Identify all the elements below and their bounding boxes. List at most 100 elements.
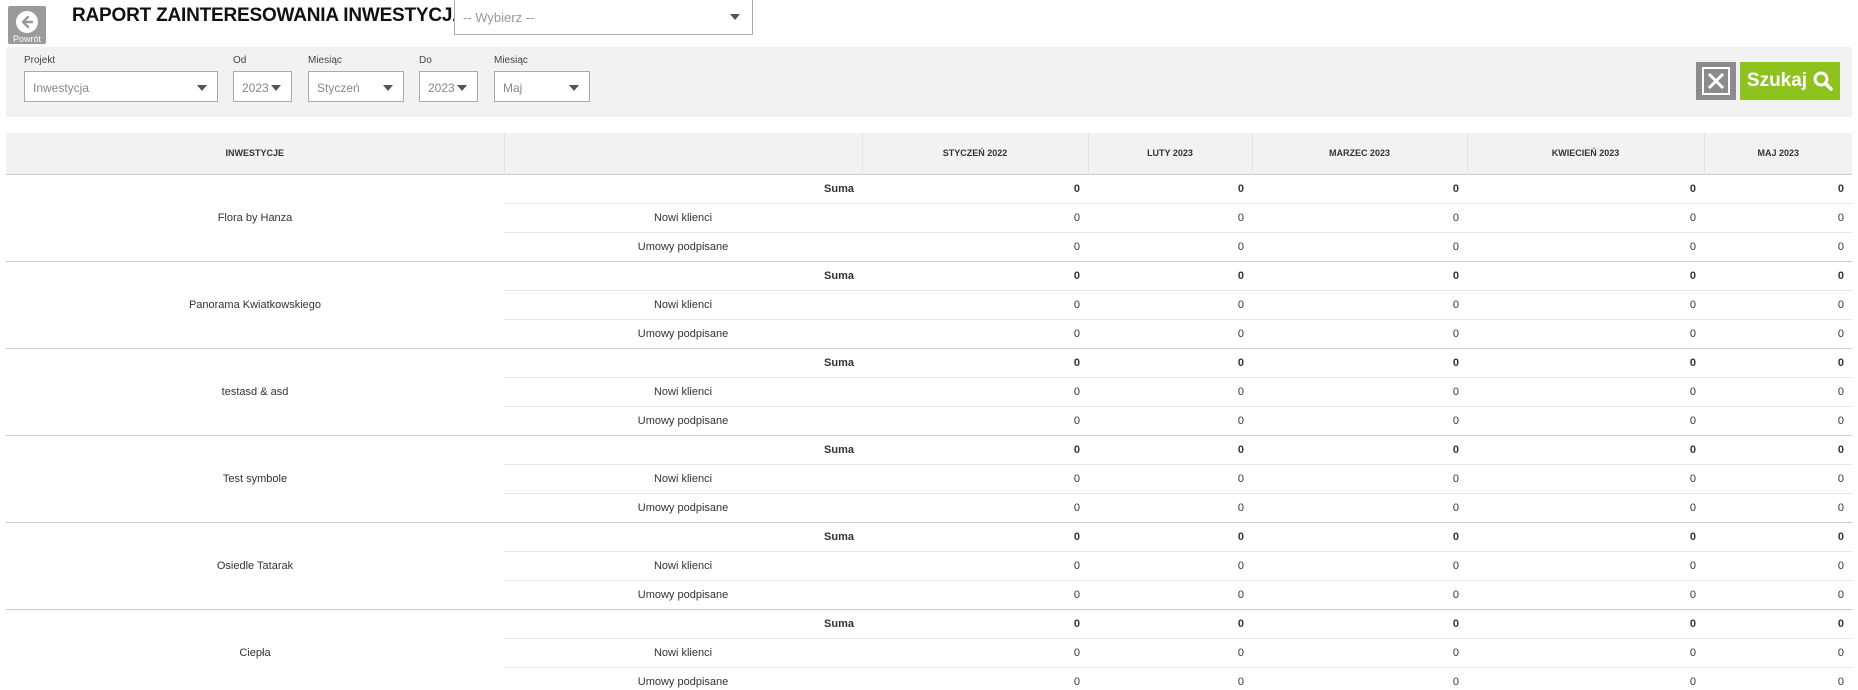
- chevron-down-icon: [569, 85, 579, 91]
- back-button-label: Powrót: [12, 34, 41, 44]
- to-month-select[interactable]: Maj: [494, 71, 590, 102]
- project-select[interactable]: Inwestycja: [24, 71, 218, 102]
- table-cell: 0: [1252, 492, 1467, 522]
- table-cell: 0: [1252, 260, 1467, 290]
- table-row: Flora by Hanza Suma 0 0 0 0 0: [6, 173, 1852, 261]
- table-cell: 0: [1088, 666, 1252, 690]
- table-cell: 0: [1704, 289, 1852, 319]
- column-header: MARZEC 2023: [1252, 133, 1468, 174]
- arrow-left-icon: [16, 11, 38, 33]
- table-cell: 0: [1467, 521, 1704, 551]
- table-cell: 0: [1704, 231, 1852, 261]
- metric-label: Nowi klienci: [504, 289, 862, 319]
- project-select-value: Inwestycja: [33, 81, 90, 95]
- project-filter: Projekt Inwestycja: [24, 55, 218, 102]
- metric-label: Suma: [504, 608, 862, 638]
- table-cell: 0: [1704, 260, 1852, 290]
- metric-label: Suma: [504, 173, 862, 203]
- table-cell: 0: [1704, 376, 1852, 406]
- metric-label: Umowy podpisane: [504, 666, 862, 690]
- metric-label: Nowi klienci: [504, 202, 862, 232]
- table-cell: 0: [1467, 405, 1704, 435]
- table-cell: 0: [862, 289, 1088, 319]
- from-month-label: Miesiąc: [308, 55, 342, 66]
- table-cell: 0: [862, 260, 1088, 290]
- back-button[interactable]: Powrót: [8, 6, 46, 44]
- table-cell: 0: [1252, 289, 1467, 319]
- table-row: Panorama Kwiatkowskiego Suma 0 0 0 0 0: [6, 260, 1852, 348]
- column-header: [504, 133, 863, 174]
- table-cell: 0: [1704, 347, 1852, 377]
- metric-label: Suma: [504, 434, 862, 464]
- investment-name: testasd & asd: [6, 347, 504, 435]
- table-cell: 0: [1467, 492, 1704, 522]
- table-cell: 0: [1252, 521, 1467, 551]
- table-cell: 0: [1088, 434, 1252, 464]
- table-cell: 0: [1252, 347, 1467, 377]
- table-cell: 0: [1467, 231, 1704, 261]
- page-title: RAPORT ZAINTERESOWANIA INWESTYCJĄ: [72, 5, 466, 26]
- metric-label: Umowy podpisane: [504, 405, 862, 435]
- table-cell: 0: [1088, 173, 1252, 203]
- column-header: STYCZEŃ 2022: [862, 133, 1089, 174]
- investment-select-value: -- Wybierz --: [463, 10, 535, 25]
- metric-label: Nowi klienci: [504, 637, 862, 667]
- search-button-label: Szukaj: [1746, 70, 1808, 91]
- search-button[interactable]: Szukaj: [1740, 62, 1840, 100]
- table-cell: 0: [1467, 666, 1704, 690]
- table-cell: 0: [862, 521, 1088, 551]
- table-row: testasd & asd Suma 0 0 0 0 0: [6, 347, 1852, 435]
- metric-label: Suma: [504, 521, 862, 551]
- table-cell: 0: [1467, 289, 1704, 319]
- chevron-down-icon: [383, 85, 393, 91]
- table-cell: 0: [1467, 347, 1704, 377]
- table-cell: 0: [1704, 434, 1852, 464]
- table-cell: 0: [1252, 550, 1467, 580]
- metric-label: Nowi klienci: [504, 550, 862, 580]
- table-cell: 0: [1467, 318, 1704, 348]
- table-cell: 0: [1252, 405, 1467, 435]
- investment-name: Panorama Kwiatkowskiego: [6, 260, 504, 348]
- search-icon: [1813, 71, 1833, 91]
- to-year-value: 2023: [428, 81, 455, 95]
- table-cell: 0: [1088, 405, 1252, 435]
- excel-export-button[interactable]: [1696, 62, 1736, 100]
- table-cell: 0: [1704, 637, 1852, 667]
- table-cell: 0: [1088, 289, 1252, 319]
- table-cell: 0: [1467, 550, 1704, 580]
- table-cell: 0: [1088, 231, 1252, 261]
- table-cell: 0: [1704, 492, 1852, 522]
- to-month-label: Miesiąc: [494, 55, 528, 66]
- table-cell: 0: [862, 434, 1088, 464]
- table-cell: 0: [1704, 521, 1852, 551]
- table-cell: 0: [862, 231, 1088, 261]
- from-year-filter: Od 2023: [233, 55, 292, 102]
- metric-label: Umowy podpisane: [504, 231, 862, 261]
- table-cell: 0: [1252, 202, 1467, 232]
- table-cell: 0: [862, 405, 1088, 435]
- investment-name: Ciepła: [6, 608, 504, 690]
- to-year-select[interactable]: 2023: [419, 71, 478, 102]
- from-month-select[interactable]: Styczeń: [308, 71, 404, 102]
- metric-label: Umowy podpisane: [504, 318, 862, 348]
- from-year-value: 2023: [242, 81, 269, 95]
- from-year-select[interactable]: 2023: [233, 71, 292, 102]
- to-month-filter: Miesiąc Maj: [494, 55, 590, 102]
- table-cell: 0: [1088, 318, 1252, 348]
- table-cell: 0: [1252, 637, 1467, 667]
- table-cell: 0: [1252, 608, 1467, 638]
- table-cell: 0: [862, 492, 1088, 522]
- table-cell: 0: [1704, 550, 1852, 580]
- table-cell: 0: [1088, 579, 1252, 609]
- table-cell: 0: [1088, 347, 1252, 377]
- metric-label: Suma: [504, 347, 862, 377]
- table-cell: 0: [1467, 173, 1704, 203]
- investment-name: Flora by Hanza: [6, 173, 504, 261]
- table-cell: 0: [862, 318, 1088, 348]
- table-cell: 0: [1704, 405, 1852, 435]
- investment-select[interactable]: -- Wybierz --: [454, 0, 753, 35]
- table-cell: 0: [862, 666, 1088, 690]
- from-month-value: Styczeń: [317, 81, 360, 95]
- table-cell: 0: [1252, 231, 1467, 261]
- to-label: Do: [419, 55, 432, 66]
